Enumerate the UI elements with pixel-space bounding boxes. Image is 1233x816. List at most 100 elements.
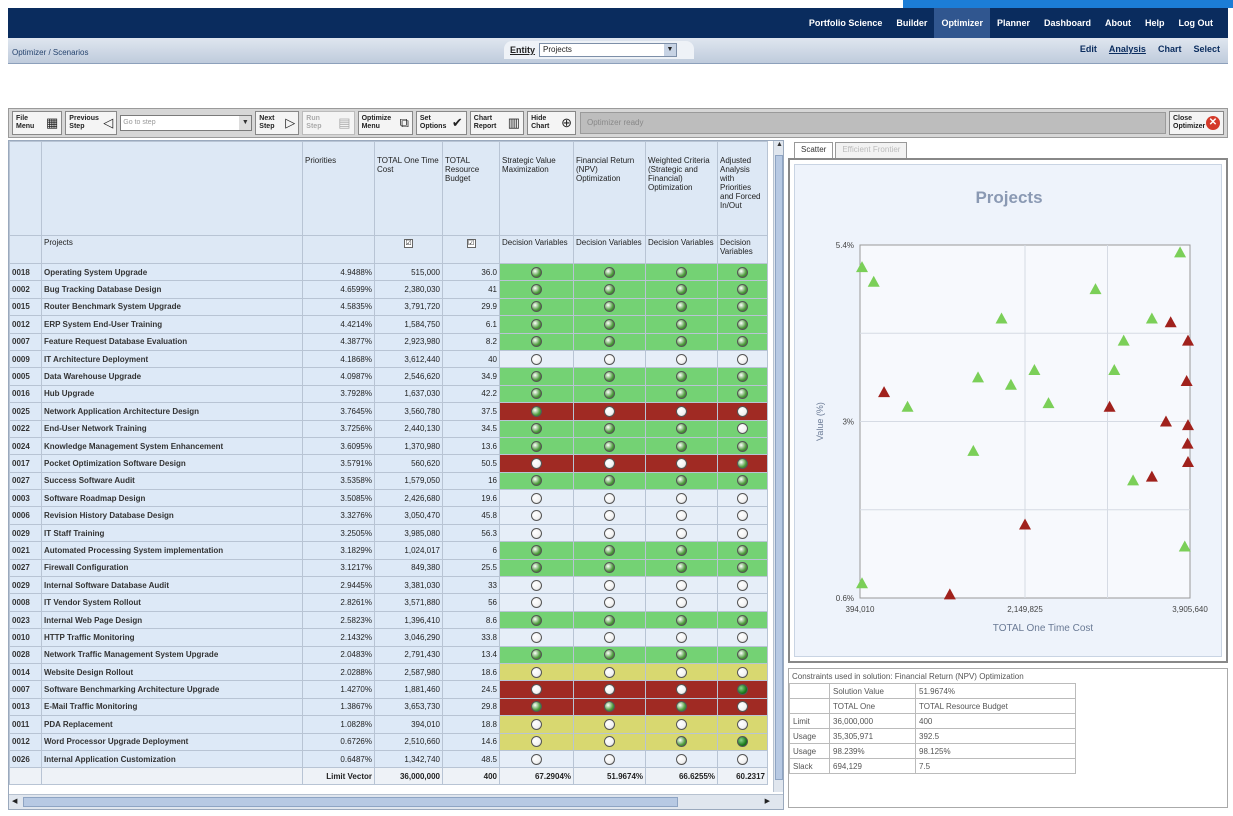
entity-dropdown[interactable]: Projects ▼ bbox=[539, 43, 678, 57]
decision-toggle-icon[interactable] bbox=[737, 440, 748, 452]
decision-cell[interactable] bbox=[717, 749, 768, 769]
header-total-cost[interactable]: TOTAL One Time Cost bbox=[374, 141, 443, 236]
decision-cell[interactable] bbox=[573, 593, 646, 612]
nav-item-dashboard[interactable]: Dashboard bbox=[1037, 8, 1098, 38]
decision-toggle-icon[interactable] bbox=[531, 510, 542, 522]
decision-toggle-icon[interactable] bbox=[676, 579, 687, 591]
optimize-menu-button[interactable]: Optimize Menu ⧉ bbox=[357, 111, 413, 135]
header-weighted[interactable]: Weighted Criteria (Strategic and Financi… bbox=[645, 141, 718, 236]
decision-toggle-icon[interactable] bbox=[604, 544, 615, 556]
decision-cell[interactable] bbox=[645, 732, 718, 751]
decision-cell[interactable] bbox=[499, 593, 574, 612]
decision-toggle-icon[interactable] bbox=[604, 701, 615, 713]
decision-toggle-icon[interactable] bbox=[676, 475, 687, 487]
decision-toggle-icon[interactable] bbox=[676, 614, 687, 626]
decision-cell[interactable] bbox=[573, 489, 646, 508]
decision-toggle-icon[interactable] bbox=[531, 353, 542, 365]
decision-cell[interactable] bbox=[645, 541, 718, 560]
set-options-button[interactable]: Set Options ✔ bbox=[415, 111, 467, 135]
decision-cell[interactable] bbox=[717, 384, 768, 404]
decision-cell[interactable] bbox=[645, 489, 718, 508]
nav-item-builder[interactable]: Builder bbox=[889, 8, 934, 38]
table-row[interactable]: 0023 Internal Web Page Design 2.5823% 1,396… bbox=[9, 610, 768, 630]
decision-toggle-icon[interactable] bbox=[737, 736, 748, 748]
decision-toggle-icon[interactable] bbox=[737, 562, 748, 574]
decision-toggle-icon[interactable] bbox=[604, 649, 615, 661]
decision-toggle-icon[interactable] bbox=[676, 527, 687, 539]
decision-cell[interactable] bbox=[573, 628, 646, 647]
decision-toggle-icon[interactable] bbox=[604, 336, 615, 348]
decision-cell[interactable] bbox=[717, 315, 768, 334]
decision-cell[interactable] bbox=[573, 332, 646, 351]
decision-toggle-icon[interactable] bbox=[531, 718, 542, 730]
tab-select[interactable]: Select bbox=[1193, 44, 1220, 54]
decision-cell[interactable] bbox=[573, 680, 646, 699]
decision-cell[interactable] bbox=[717, 506, 768, 525]
decision-toggle-icon[interactable] bbox=[676, 336, 687, 348]
decision-cell[interactable] bbox=[499, 628, 574, 647]
decision-cell[interactable] bbox=[717, 576, 768, 595]
decision-toggle-icon[interactable] bbox=[531, 544, 542, 556]
table-row[interactable]: 0003 Software Roadmap Design 3.5085% 2,426,… bbox=[9, 489, 768, 508]
table-row[interactable]: 0029 Internal Software Database Audit 2.94… bbox=[9, 576, 768, 595]
decision-toggle-icon[interactable] bbox=[737, 475, 748, 487]
decision-toggle-icon[interactable] bbox=[676, 492, 687, 504]
decision-cell[interactable] bbox=[717, 367, 768, 386]
decision-toggle-icon[interactable] bbox=[737, 579, 748, 591]
decision-cell[interactable] bbox=[573, 454, 646, 473]
tab-efficient-frontier[interactable]: Efficient Frontier bbox=[835, 142, 908, 158]
decision-toggle-icon[interactable] bbox=[604, 284, 615, 296]
nav-item-log-out[interactable]: Log Out bbox=[1172, 8, 1221, 38]
decision-cell[interactable] bbox=[573, 541, 646, 560]
decision-cell[interactable] bbox=[499, 436, 574, 456]
decision-cell[interactable] bbox=[645, 471, 718, 491]
vertical-scrollbar[interactable]: ▲ bbox=[773, 141, 783, 792]
table-row[interactable]: 0002 Bug Tracking Database Design 4.6599% 2… bbox=[9, 280, 768, 299]
decision-cell[interactable] bbox=[645, 436, 718, 456]
table-row[interactable]: 0021 Automated Processing System implemen… bbox=[9, 541, 768, 560]
decision-cell[interactable] bbox=[573, 523, 646, 543]
hide-chart-button[interactable]: Hide Chart ⊕ bbox=[527, 111, 576, 135]
close-optimizer-button[interactable]: Close Optimizer ✕ bbox=[1169, 111, 1224, 135]
decision-toggle-icon[interactable] bbox=[676, 510, 687, 522]
decision-cell[interactable] bbox=[573, 558, 646, 578]
decision-cell[interactable] bbox=[499, 384, 574, 404]
decision-toggle-icon[interactable] bbox=[531, 736, 542, 748]
header-total-budget[interactable]: TOTAL Resource Budget bbox=[442, 141, 500, 236]
decision-toggle-icon[interactable] bbox=[676, 388, 687, 400]
decision-toggle-icon[interactable] bbox=[531, 301, 542, 313]
table-row[interactable]: 0027 Success Software Audit 3.5358% 1,579,0… bbox=[9, 471, 768, 491]
table-row[interactable]: 0012 ERP System End-User Training 4.4214% 1… bbox=[9, 315, 768, 334]
decision-toggle-icon[interactable] bbox=[604, 475, 615, 487]
table-row[interactable]: 0007 Software Benchmarking Architecture U… bbox=[9, 680, 768, 699]
decision-toggle-icon[interactable] bbox=[676, 684, 687, 696]
decision-cell[interactable] bbox=[717, 645, 768, 664]
decision-toggle-icon[interactable] bbox=[604, 736, 615, 748]
table-row[interactable]: 0014 Website Design Rollout 2.0288% 2,587,9… bbox=[9, 662, 768, 682]
decision-toggle-icon[interactable] bbox=[676, 353, 687, 365]
decision-toggle-icon[interactable] bbox=[604, 371, 615, 383]
decision-cell[interactable] bbox=[573, 402, 646, 421]
decision-cell[interactable] bbox=[645, 262, 718, 282]
decision-toggle-icon[interactable] bbox=[604, 423, 615, 435]
decision-toggle-icon[interactable] bbox=[604, 597, 615, 609]
decision-toggle-icon[interactable] bbox=[676, 284, 687, 296]
decision-toggle-icon[interactable] bbox=[604, 440, 615, 452]
decision-toggle-icon[interactable] bbox=[737, 371, 748, 383]
decision-toggle-icon[interactable] bbox=[676, 457, 687, 469]
table-row[interactable]: 0027 Firewall Configuration 3.1217% 849,380… bbox=[9, 558, 768, 578]
table-row[interactable]: 0010 HTTP Traffic Monitoring 2.1432% 3,046,… bbox=[9, 628, 768, 647]
decision-cell[interactable] bbox=[573, 315, 646, 334]
decision-toggle-icon[interactable] bbox=[531, 492, 542, 504]
table-row[interactable]: 0013 E-Mail Traffic Monitoring 1.3867% 3,65… bbox=[9, 697, 768, 717]
decision-toggle-icon[interactable] bbox=[737, 266, 748, 278]
table-row[interactable]: 0017 Pocket Optimization Software Design 3… bbox=[9, 454, 768, 473]
decision-toggle-icon[interactable] bbox=[676, 266, 687, 278]
decision-toggle-icon[interactable] bbox=[531, 614, 542, 626]
decision-cell[interactable] bbox=[573, 749, 646, 769]
decision-cell[interactable] bbox=[645, 315, 718, 334]
table-row[interactable]: 0022 End-User Network Training 3.7256% 2,44… bbox=[9, 419, 768, 438]
decision-toggle-icon[interactable] bbox=[737, 510, 748, 522]
decision-cell[interactable] bbox=[573, 697, 646, 717]
nav-item-optimizer[interactable]: Optimizer bbox=[934, 8, 990, 38]
